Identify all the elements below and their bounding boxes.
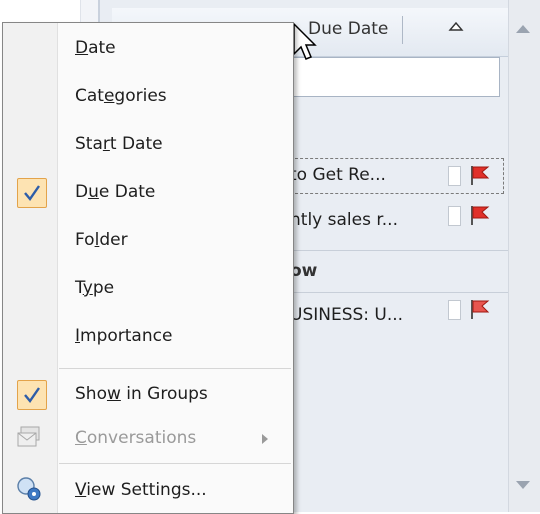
menu-item-show-in-groups[interactable]: Show in Groups: [3, 372, 293, 418]
search-input[interactable]: [290, 57, 500, 97]
list-item-subject[interactable]: ntly sales r...: [290, 210, 398, 230]
group-divider: [290, 250, 508, 251]
list-item-subject[interactable]: to Get Re...: [290, 165, 386, 185]
category-box[interactable]: [448, 206, 461, 226]
group-divider: [290, 292, 508, 293]
menu-item-start-date[interactable]: Start Date: [3, 122, 293, 168]
menu-item-date[interactable]: Date: [3, 26, 293, 72]
vertical-scrollbar[interactable]: [508, 0, 540, 512]
column-separator[interactable]: [402, 16, 403, 44]
menu-item-conversations[interactable]: Conversations: [3, 416, 293, 462]
menu-item-importance[interactable]: Importance: [3, 314, 293, 360]
menu-item-categories[interactable]: Categories: [3, 74, 293, 120]
submenu-arrow-icon: [262, 434, 268, 444]
menu-item-view-settings[interactable]: View Settings...: [3, 468, 293, 514]
group-header-label[interactable]: ow: [290, 261, 317, 281]
flag-icon[interactable]: [468, 203, 492, 227]
mouse-cursor-icon: [293, 22, 317, 60]
checkmark-icon: [17, 178, 47, 208]
scroll-down-icon[interactable]: [513, 478, 533, 492]
menu-separator: [59, 463, 291, 464]
category-box[interactable]: [448, 166, 461, 186]
menu-separator: [59, 368, 291, 369]
menu-item-folder[interactable]: Folder: [3, 218, 293, 264]
list-item-subject[interactable]: USINESS: U...: [290, 305, 403, 325]
menu-item-type[interactable]: Type: [3, 266, 293, 312]
scroll-up-icon[interactable]: [513, 22, 533, 36]
checkmark-icon: [17, 380, 47, 410]
column-header-label[interactable]: Due Date: [308, 19, 388, 39]
conversations-icon: [17, 426, 40, 447]
flag-icon[interactable]: [468, 163, 492, 187]
sort-ascending-icon[interactable]: [448, 20, 464, 32]
category-box[interactable]: [448, 300, 461, 320]
flag-icon[interactable]: [468, 297, 492, 321]
menu-item-due-date[interactable]: Due Date: [3, 170, 293, 216]
arrange-by-context-menu: Date Categories Start Date Due Date Fold…: [2, 22, 294, 514]
view-settings-icon: [17, 477, 41, 501]
